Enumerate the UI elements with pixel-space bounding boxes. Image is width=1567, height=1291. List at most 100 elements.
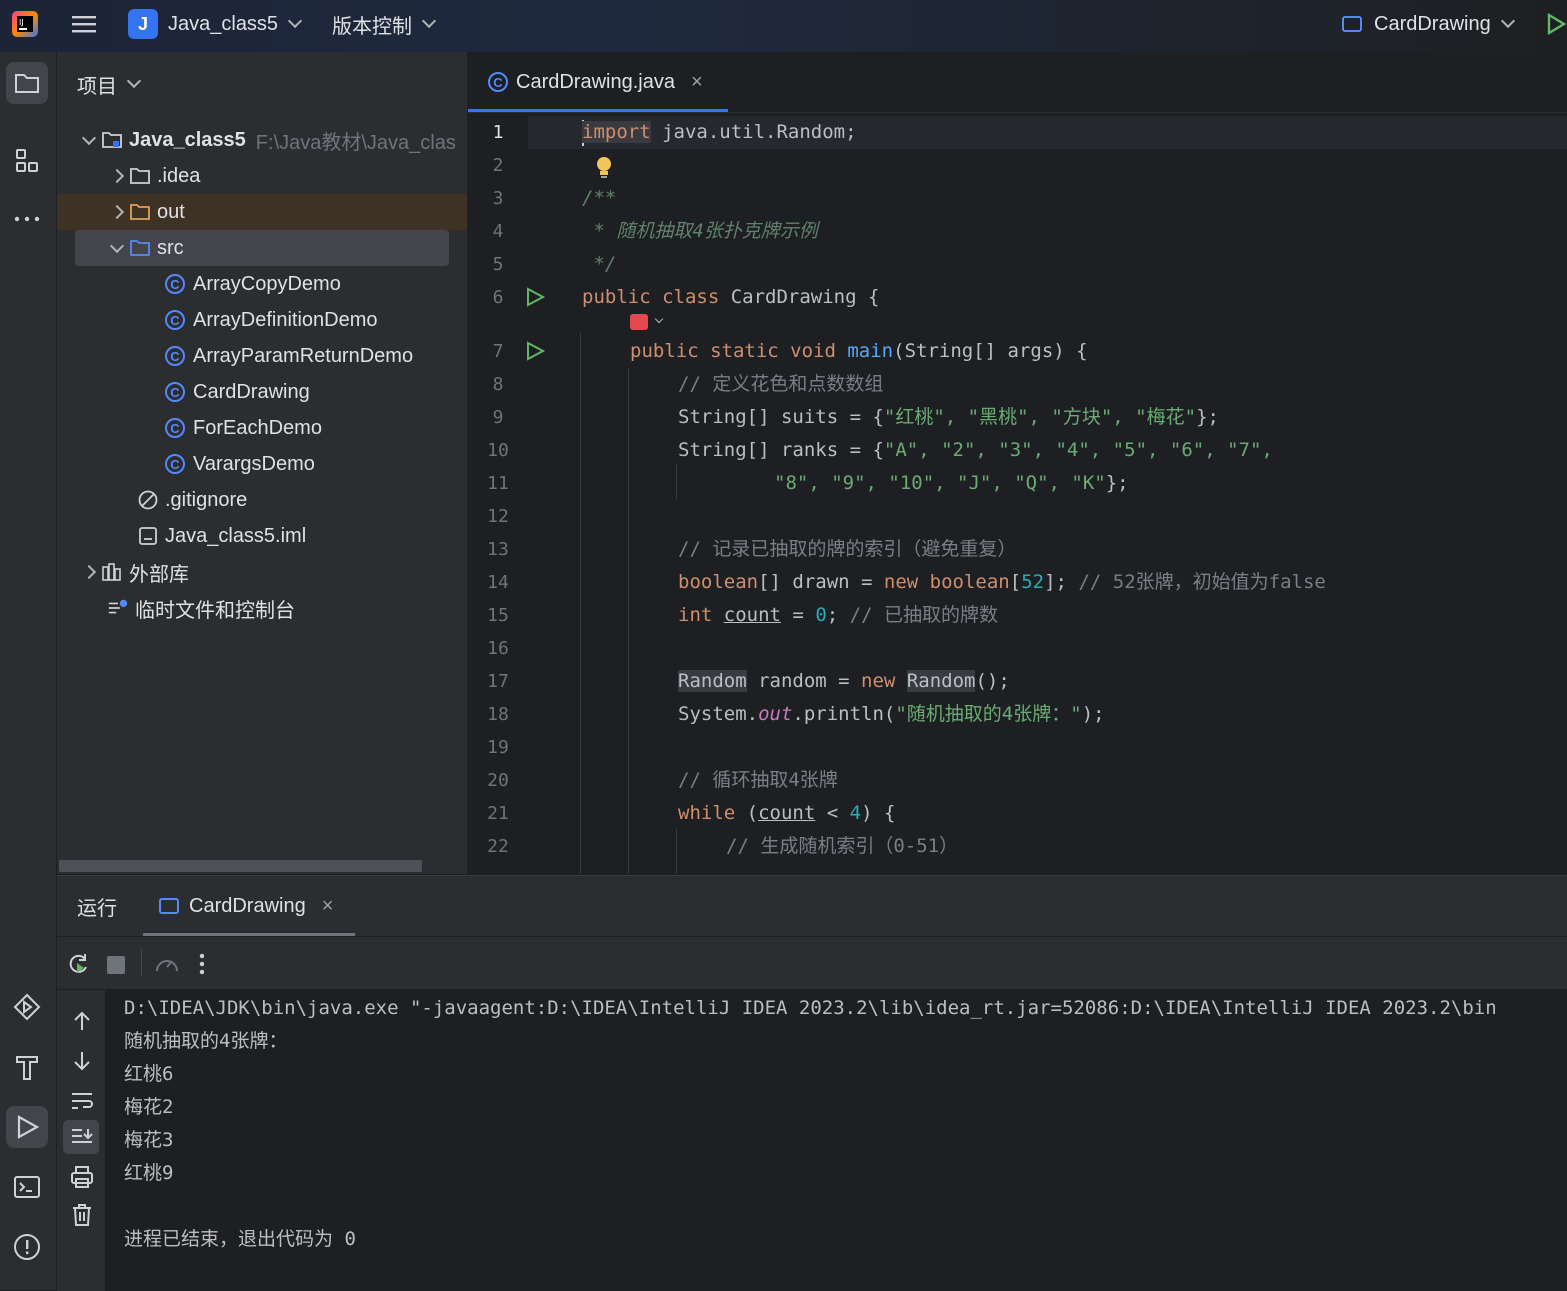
indent-guide bbox=[580, 332, 581, 874]
problems-tool-button[interactable] bbox=[6, 1226, 48, 1268]
caret-down-icon bbox=[105, 238, 129, 253]
terminal-tool-button[interactable] bbox=[6, 1166, 48, 1208]
code-line[interactable]: import java.util.Random; bbox=[582, 116, 857, 149]
run-button[interactable] bbox=[1546, 0, 1566, 48]
console-line: 进程已结束，退出代码为 0 bbox=[124, 1228, 356, 1250]
run-panel-header: 运行 CardDrawing × bbox=[57, 876, 1567, 937]
tree-root[interactable]: Java_class5 F:\Java教材\Java_clas bbox=[57, 122, 467, 158]
structure-icon bbox=[16, 149, 38, 172]
tree-item-out[interactable]: out bbox=[57, 194, 467, 230]
code-line[interactable]: // 循环抽取4张牌 bbox=[678, 764, 838, 797]
vcs-menu[interactable]: 版本控制 bbox=[332, 0, 437, 48]
structure-tool-button[interactable] bbox=[6, 140, 48, 182]
class-icon: C bbox=[165, 274, 185, 294]
project-selector[interactable]: J Java_class5 bbox=[128, 0, 303, 48]
run-config-selector[interactable]: CardDrawing bbox=[1342, 0, 1515, 48]
code-line[interactable]: public class CardDrawing { bbox=[582, 281, 879, 314]
source-folder-icon bbox=[130, 240, 150, 256]
line-number: 17 bbox=[487, 671, 509, 692]
more-vertical-icon[interactable] bbox=[197, 951, 207, 977]
plugin-icon bbox=[630, 314, 648, 330]
chevron-down-icon bbox=[654, 314, 664, 324]
code-line[interactable]: Random random = new Random(); bbox=[678, 665, 1010, 698]
line-number: 8 bbox=[492, 374, 504, 395]
tree-item-label: ForEachDemo bbox=[193, 416, 322, 439]
arrow-down-icon[interactable] bbox=[69, 1048, 95, 1074]
code-line[interactable]: // 生成随机索引（0-51） bbox=[726, 830, 958, 863]
code-line[interactable]: boolean[] drawn = new boolean[52]; // 52… bbox=[678, 566, 1326, 599]
folder-icon bbox=[130, 168, 150, 184]
run-config-icon bbox=[159, 898, 179, 914]
code-line[interactable]: String[] ranks = {"A", "2", "3", "4", "5… bbox=[678, 434, 1273, 467]
close-icon[interactable]: × bbox=[691, 71, 703, 94]
main-menu-icon[interactable] bbox=[70, 0, 98, 48]
code-line[interactable]: int count = 0; // 已抽取的牌数 bbox=[678, 599, 998, 632]
project-panel-title: 项目 bbox=[77, 75, 117, 98]
tree-item-label: CardDrawing bbox=[193, 380, 310, 403]
gauge-icon[interactable] bbox=[153, 951, 181, 977]
rerun-icon[interactable] bbox=[65, 951, 91, 977]
code-line[interactable]: System.out.println("随机抽取的4张牌："); bbox=[678, 698, 1105, 731]
project-panel-header[interactable]: 项目 bbox=[77, 68, 142, 100]
soft-wrap-icon[interactable] bbox=[69, 1088, 95, 1114]
folder-icon bbox=[15, 74, 39, 93]
code-line[interactable]: // 定义花色和点数数组 bbox=[678, 368, 883, 401]
code-line[interactable]: // 记录已抽取的牌的索引（避免重复） bbox=[678, 533, 1016, 566]
line-number: 3 bbox=[492, 188, 504, 209]
run-tab[interactable]: CardDrawing × bbox=[147, 876, 355, 936]
run-tab-label: CardDrawing bbox=[189, 894, 306, 917]
indent-guide bbox=[676, 464, 677, 500]
tree-item-src[interactable]: src bbox=[75, 230, 449, 266]
hammer-icon bbox=[16, 1056, 38, 1080]
line-number: 10 bbox=[487, 440, 509, 461]
more-tools-button[interactable] bbox=[6, 198, 48, 240]
scroll-to-end-icon[interactable] bbox=[69, 1124, 95, 1150]
line-number: 9 bbox=[492, 407, 504, 428]
arrow-up-icon[interactable] bbox=[69, 1008, 95, 1034]
horizontal-scrollbar[interactable] bbox=[59, 860, 422, 872]
class-icon: C bbox=[165, 346, 185, 366]
indent-guide bbox=[628, 368, 629, 874]
ai-plugin-marker[interactable] bbox=[630, 314, 664, 330]
line-number: 4 bbox=[492, 221, 504, 242]
line-number: 18 bbox=[487, 704, 509, 725]
code-line[interactable]: String[] suits = {"红桃", "黑桃", "方块", "梅花"… bbox=[678, 401, 1219, 434]
services-tool-button[interactable] bbox=[6, 986, 48, 1028]
tree-item-label: Java_class5.iml bbox=[165, 524, 307, 547]
editor-tab[interactable]: C CardDrawing.java × bbox=[468, 52, 728, 112]
terminal-icon bbox=[14, 1176, 40, 1198]
lightbulb-icon[interactable] bbox=[594, 155, 614, 181]
editor-tab-label: CardDrawing.java bbox=[516, 70, 675, 93]
code-line[interactable]: public static void main(String[] args) { bbox=[630, 335, 1088, 368]
run-gutter-icon[interactable] bbox=[524, 340, 546, 362]
code-line[interactable]: while (count < 4) { bbox=[678, 797, 895, 830]
library-icon bbox=[102, 563, 121, 581]
caret-down-icon bbox=[77, 130, 101, 145]
project-tool-button[interactable] bbox=[6, 62, 48, 104]
close-icon[interactable]: × bbox=[322, 895, 334, 918]
app-logo-icon[interactable]: IJ bbox=[10, 0, 40, 48]
run-icon bbox=[1547, 12, 1566, 36]
console-line: 红桃9 bbox=[124, 1162, 174, 1184]
build-tool-button[interactable] bbox=[6, 1046, 48, 1088]
services-icon bbox=[13, 993, 41, 1021]
caret-right-icon bbox=[105, 204, 129, 220]
code-line[interactable]: "8", "9", "10", "J", "Q", "K"}; bbox=[774, 467, 1129, 500]
tree-item-idea[interactable]: .idea bbox=[57, 158, 515, 194]
trash-icon[interactable] bbox=[69, 1202, 95, 1228]
code-line[interactable]: * 随机抽取4张扑克牌示例 bbox=[582, 215, 817, 248]
line-number: 1 bbox=[492, 122, 504, 143]
code-line[interactable]: /** bbox=[582, 182, 616, 215]
code-line[interactable]: */ bbox=[582, 248, 616, 281]
chevron-down-icon bbox=[287, 13, 303, 29]
console-line: 红桃6 bbox=[124, 1063, 174, 1085]
stop-icon[interactable] bbox=[107, 956, 125, 974]
tree-item-scratches[interactable]: 临时文件和控制台 bbox=[57, 590, 517, 626]
run-tool-button[interactable] bbox=[6, 1106, 48, 1148]
tree-item-label: src bbox=[157, 236, 184, 259]
tree-item-external-libs[interactable]: 外部库 bbox=[57, 554, 487, 590]
run-gutter-icon[interactable] bbox=[524, 286, 546, 308]
class-icon: C bbox=[165, 382, 185, 402]
print-icon[interactable] bbox=[69, 1164, 95, 1190]
excluded-folder-icon bbox=[130, 204, 150, 220]
